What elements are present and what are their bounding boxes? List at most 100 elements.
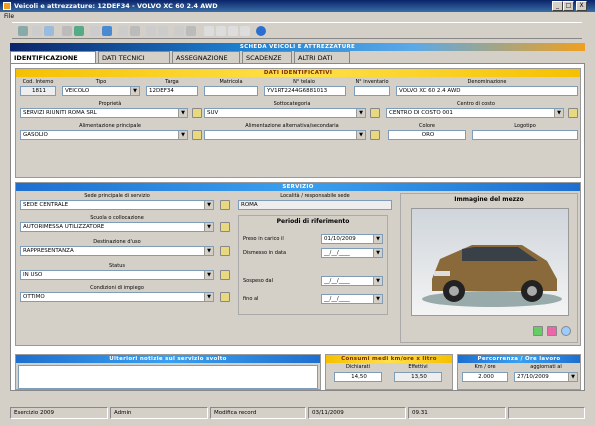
chevron-down-icon[interactable]: ▼ [554,109,563,117]
save-icon[interactable] [74,26,84,36]
chevron-down-icon[interactable]: ▼ [204,247,213,255]
lookup-button[interactable] [220,292,230,302]
previous-record-icon[interactable] [216,26,226,36]
matricola-field[interactable] [204,86,258,96]
lookup-button[interactable] [192,130,202,140]
minimize-button[interactable]: _ [552,1,563,11]
localita-field[interactable]: ROMA [238,200,392,210]
chevron-down-icon[interactable]: ▼ [204,293,213,301]
cut-icon[interactable] [118,26,128,36]
dismesso-date[interactable]: __/__/____ ▼ [321,248,383,258]
denominazione-field[interactable]: VOLVO XC 60 2.4 AWD [396,86,578,96]
eff-field[interactable]: 13,50 [394,372,442,382]
logotipo-field[interactable] [472,130,578,140]
status-select[interactable]: IN USO ▼ [20,270,214,280]
status-action: Modifica record [210,407,306,419]
tools-icon[interactable] [18,26,28,36]
notes-title: Ulteriori notizie sul servizio svolto [16,355,320,363]
document-icon[interactable] [90,26,100,36]
condizioni-select[interactable]: OTTIMO ▼ [20,292,214,302]
tab-dati-tecnici[interactable]: DATI TECNICI [98,51,170,63]
lookup-button[interactable] [370,108,380,118]
delete-icon[interactable] [130,26,140,36]
chevron-down-icon[interactable]: ▼ [356,109,365,117]
agg-date[interactable]: 27/10/2009 ▼ [514,372,578,382]
tab-scadenze[interactable]: SCADENZE [242,51,292,63]
tipo-value: VEICOLO [65,88,90,94]
alim2-select[interactable]: ▼ [204,130,366,140]
window-titlebar: Veicoli e attrezzature: 12DEF34 - VOLVO … [0,0,595,12]
telaio-field[interactable]: YV1RT2244G6881013 [264,86,346,96]
alim-select[interactable]: GASOLIO ▼ [20,130,188,140]
chevron-down-icon[interactable]: ▼ [373,249,382,257]
preso-date[interactable]: 01/10/2009 ▼ [321,234,383,244]
denominazione-label: Denominazione [467,79,507,85]
lookup-button[interactable] [220,246,230,256]
tab-panel: DATI IDENTIFICATIVI Cod. Interno 1811 Ti… [10,63,585,391]
chevron-down-icon[interactable]: ▼ [204,201,213,209]
image-edit-icon[interactable] [533,326,543,336]
undo-icon[interactable] [102,26,112,36]
help-icon[interactable] [256,26,266,36]
new-record-icon[interactable] [32,26,42,36]
targa-field[interactable]: 12DEF34 [146,86,198,96]
tipo-label: Tipo [95,79,107,85]
cod-interno-field[interactable]: 1811 [20,86,56,96]
sede-select[interactable]: SEDE CENTRALE ▼ [20,200,214,210]
tab-altri-dati[interactable]: ALTRI DATI [294,51,350,63]
lookup-button[interactable] [568,108,578,118]
chevron-down-icon[interactable]: ▼ [568,373,577,381]
report-icon[interactable] [174,26,184,36]
export-icon[interactable] [186,26,196,36]
close-button[interactable]: X [576,1,587,11]
fino-label: fino al [243,296,259,302]
chevron-down-icon[interactable]: ▼ [356,131,365,139]
chevron-down-icon[interactable]: ▼ [204,223,213,231]
chevron-down-icon[interactable]: ▼ [373,295,382,303]
dismesso-label: Dismesso in data [243,250,287,256]
scuola-select[interactable]: AUTORIMESSA UTILIZZATORE ▼ [20,222,214,232]
lookup-button[interactable] [220,222,230,232]
first-record-icon[interactable] [204,26,214,36]
toolbar [12,22,582,39]
chevron-down-icon[interactable]: ▼ [373,235,382,243]
sottocategoria-select[interactable]: SUV ▼ [204,108,366,118]
menu-file[interactable]: File [4,13,14,20]
tipo-select[interactable]: VEICOLO ▼ [62,86,140,96]
chevron-down-icon[interactable]: ▼ [373,277,382,285]
filter-icon[interactable] [158,26,168,36]
scuola-value: AUTORIMESSA UTILIZZATORE [23,224,105,230]
notes-textarea[interactable] [18,365,318,389]
image-delete-icon[interactable] [547,326,557,336]
km-field[interactable]: 2.000 [462,372,508,382]
tab-strip: IDENTIFICAZIONE DATI TECNICI ASSEGNAZION… [10,51,585,64]
last-record-icon[interactable] [240,26,250,36]
inventario-field[interactable] [354,86,390,96]
chevron-down-icon[interactable]: ▼ [204,271,213,279]
lookup-button[interactable] [220,270,230,280]
periods-title: Periodi di riferimento [276,218,350,225]
proprieta-select[interactable]: SERVIZI RIUNITI ROMA SRL ▼ [20,108,188,118]
print-icon[interactable] [62,26,72,36]
tab-assegnazione[interactable]: ASSEGNAZIONE [172,51,240,63]
dich-field[interactable]: 14,50 [334,372,382,382]
zoom-icon[interactable] [561,326,571,336]
centro-select[interactable]: CENTRO DI COSTO 001 ▼ [386,108,564,118]
sospeso-date[interactable]: __/__/____ ▼ [321,276,383,286]
fino-date[interactable]: __/__/____ ▼ [321,294,383,304]
chevron-down-icon[interactable]: ▼ [130,87,139,95]
targa-label: Targa [165,79,179,85]
lookup-button[interactable] [192,108,202,118]
chevron-down-icon[interactable]: ▼ [178,109,187,117]
destinazione-select[interactable]: RAPPRESENTANZA ▼ [20,246,214,256]
lookup-button[interactable] [220,200,230,210]
chevron-down-icon[interactable]: ▼ [178,131,187,139]
next-record-icon[interactable] [228,26,238,36]
preso-label: Preso in carico il [243,236,284,242]
copy-icon[interactable] [44,26,54,36]
colore-field[interactable]: ORO [388,130,466,140]
maximize-button[interactable]: □ [563,1,574,11]
agg-value: 27/10/2009 [517,374,549,380]
find-icon[interactable] [146,26,156,36]
lookup-button[interactable] [370,130,380,140]
